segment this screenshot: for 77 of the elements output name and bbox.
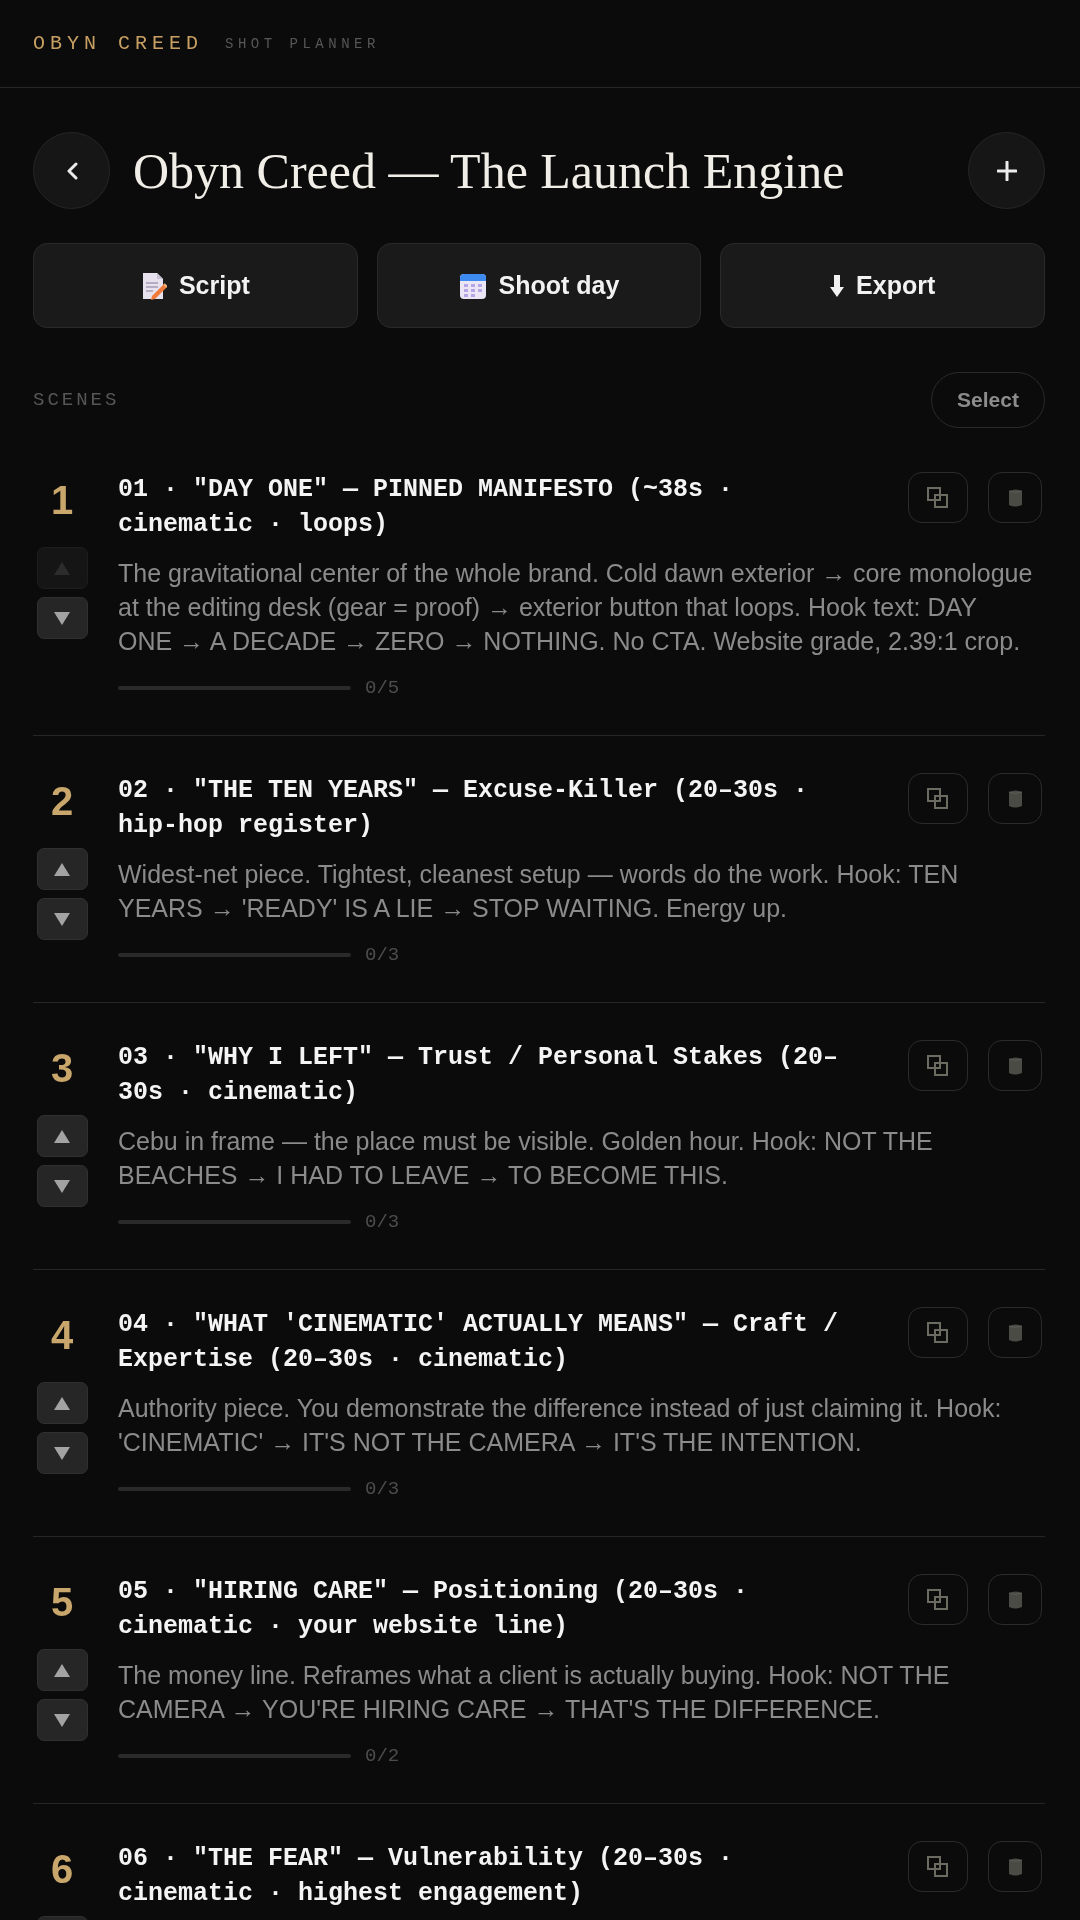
- move-down-button[interactable]: [36, 898, 88, 940]
- move-up-button[interactable]: [36, 1115, 88, 1157]
- trash-icon: [1008, 1857, 1022, 1876]
- scene-description: Widest-net piece. Tightest, cleanest setup — words do the work. Hook: TEN YEARS → 'READY' IS A LIE → STOP WAITING. Energy up.: [118, 859, 960, 924]
- duplicate-button[interactable]: [908, 1307, 968, 1358]
- triangle-down-icon: [54, 1446, 70, 1460]
- copy-icon: [927, 486, 949, 509]
- script-button[interactable]: Script: [33, 243, 358, 328]
- scene-number: 6: [50, 1846, 74, 1893]
- move-up-button[interactable]: [36, 1649, 88, 1691]
- delete-button[interactable]: [988, 1307, 1042, 1358]
- scene-number: 3: [50, 1045, 74, 1092]
- move-down-button[interactable]: [36, 1432, 88, 1474]
- duplicate-button[interactable]: [908, 472, 968, 523]
- scene-title: 06 · "THE FEAR" — Vulnerability (20–30s · cinematic · highest engagement): [118, 1843, 735, 1910]
- delete-button[interactable]: [988, 773, 1042, 824]
- scene-title: 01 · "DAY ONE" — PINNED MANIFESTO (~38s · cinematic · loops): [118, 474, 735, 541]
- delete-button[interactable]: [988, 1574, 1042, 1625]
- duplicate-button[interactable]: [908, 1841, 968, 1892]
- progress-count: 0/3: [365, 944, 400, 966]
- duplicate-button[interactable]: [908, 773, 968, 824]
- trash-icon: [1008, 488, 1022, 507]
- move-down-button[interactable]: [36, 597, 88, 639]
- duplicate-button[interactable]: [908, 1574, 968, 1625]
- trash-icon: [1008, 1590, 1022, 1609]
- delete-button[interactable]: [988, 1841, 1042, 1892]
- scene-number: 5: [50, 1579, 74, 1626]
- triangle-up-icon: [54, 1396, 70, 1410]
- trash-icon: [1008, 789, 1022, 808]
- scene-description: The gravitational center of the whole brand. Cold dawn exterior → core monologue at the editing desk (gear = proof) → exterior button that loops. Hook text: DAY ONE → A DECADE → ZERO → NOTHING. No CTA. Website grade, 2.39:1 crop.: [118, 558, 1034, 657]
- plus-icon: [996, 160, 1017, 181]
- scene-number: 1: [50, 477, 74, 524]
- progress-count: 0/5: [365, 677, 400, 699]
- shoot-day-button[interactable]: Shoot day: [376, 243, 702, 328]
- progress-count: 0/3: [365, 1478, 400, 1500]
- triangle-down-icon: [54, 1713, 70, 1727]
- export-button[interactable]: Export: [720, 243, 1045, 328]
- move-down-button[interactable]: [36, 1165, 88, 1207]
- scene-description: Cebu in frame — the place must be visible. Golden hour. Hook: NOT THE BEACHES → I HAD TO LEAVE → TO BECOME THIS.: [118, 1126, 934, 1191]
- copy-icon: [927, 1588, 949, 1611]
- down-arrow-icon: [830, 274, 845, 297]
- move-up-button[interactable]: [36, 848, 88, 890]
- progress-count: 0/2: [365, 1745, 400, 1767]
- delete-button[interactable]: [988, 1040, 1042, 1091]
- scene-title: 03 · "WHY I LEFT" — Trust / Personal Stakes (20–30s · cinematic): [118, 1042, 840, 1109]
- triangle-down-icon: [54, 912, 70, 926]
- duplicate-button[interactable]: [908, 1040, 968, 1091]
- page-title: Obyn Creed — The Launch Engine: [133, 141, 846, 201]
- scene-number: 4: [50, 1312, 74, 1359]
- trash-icon: [1008, 1323, 1022, 1342]
- triangle-up-icon: [54, 1129, 70, 1143]
- scene-title: 05 · "HIRING CARE" — Positioning (20–30s · cinematic · your website line): [118, 1576, 750, 1643]
- calendar-icon: [458, 271, 487, 300]
- scene-title: 02 · "THE TEN YEARS" — Excuse-Killer (20–30s · hip-hop register): [118, 775, 810, 842]
- scene-description: Authority piece. You demonstrate the difference instead of just claiming it. Hook: 'CINEMATIC' → IT'S NOT THE CAMERA → IT'S THE INTENTION.: [118, 1393, 1003, 1458]
- section-label: SCENES: [33, 389, 120, 411]
- triangle-up-icon: [54, 1663, 70, 1677]
- memo-icon: [140, 271, 167, 300]
- brand-name: OBYN CREED: [33, 32, 204, 55]
- scene-number: 2: [50, 778, 74, 825]
- move-down-button[interactable]: [36, 1699, 88, 1741]
- move-up-button[interactable]: [36, 1382, 88, 1424]
- delete-button[interactable]: [988, 472, 1042, 523]
- triangle-down-icon: [54, 611, 70, 625]
- scene-title: 04 · "WHAT 'CINEMATIC' ACTUALLY MEANS" — Craft / Expertise (20–30s · cinematic): [118, 1309, 840, 1376]
- triangle-up-icon: [54, 561, 70, 575]
- copy-icon: [927, 1855, 949, 1878]
- app-subtitle: SHOT PLANNER: [225, 35, 380, 52]
- scene-description: The money line. Reframes what a client is actually buying. Hook: NOT THE CAMERA → YOU'RE HIRING CARE → THAT'S THE DIFFERENCE.: [118, 1660, 951, 1725]
- chevron-left-icon: [65, 161, 78, 180]
- trash-icon: [1008, 1056, 1022, 1075]
- triangle-down-icon: [54, 1179, 70, 1193]
- triangle-up-icon: [54, 862, 70, 876]
- copy-icon: [927, 1321, 949, 1344]
- copy-icon: [927, 1054, 949, 1077]
- progress-count: 0/3: [365, 1211, 400, 1233]
- copy-icon: [927, 787, 949, 810]
